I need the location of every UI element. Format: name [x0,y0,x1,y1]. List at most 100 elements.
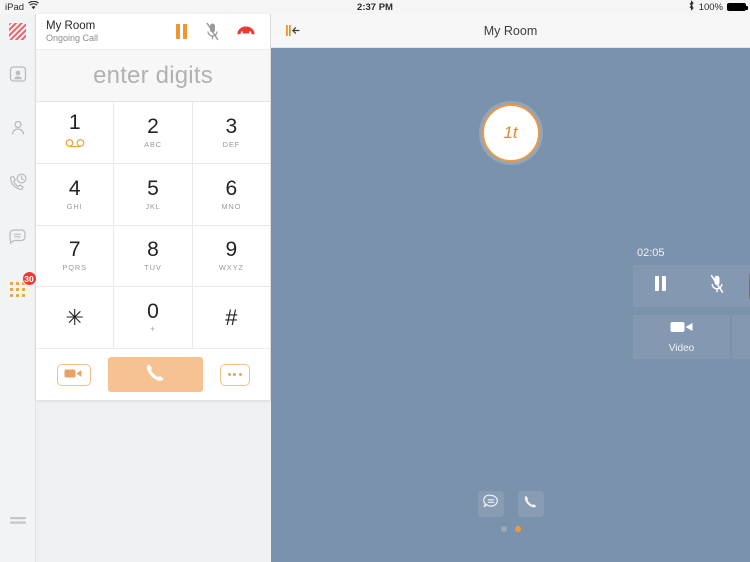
key-hash[interactable]: # [192,287,270,348]
dialpad-badge: 30 [21,271,37,286]
avatar-initials: 1t [503,123,518,142]
dialpad-keys: 1 2 ABC 3 DEF 4 GHI 5 JKL 6 MNO 7 PQRS 8… [36,102,270,348]
collapse-sidebar-icon[interactable] [285,23,302,38]
key-7[interactable]: 7 PQRS [36,225,114,287]
video-feature-button[interactable]: Video [633,315,730,359]
key-3-digit: 3 [225,114,238,138]
hangup-phone-icon[interactable] [236,25,256,38]
key-0[interactable]: 0 + [114,287,192,348]
status-bar-time: 2:37 PM [357,1,393,13]
key-4-letters: GHI [66,201,83,211]
app-logo-striped-icon [7,20,29,42]
key-5-digit: 5 [147,176,159,200]
key-7-digit: 7 [68,238,81,262]
digits-placeholder: enter digits [93,61,213,89]
call-controls-zone: 02:05 Video [633,244,750,359]
page-dot[interactable] [500,526,507,532]
key-6-letters: MNO [221,201,242,211]
status-bar-right: 100% [688,0,748,14]
key-1-digit: 1 [68,110,81,134]
video-camera-icon [64,366,83,384]
call-panel-footer [271,491,750,532]
key-0-digit: 0 [147,300,159,324]
avatar: 1t [481,104,540,162]
page-indicator[interactable] [271,526,750,532]
key-7-letters: PQRS [62,263,87,273]
key-2-letters: ABC [144,139,162,149]
more-ellipsis-icon [227,373,231,376]
active-call-panel: My Room 1t 02:05 Video [271,14,750,562]
key-8-letters: TUV [144,263,162,273]
ongoing-call-header: My Room Ongoing Call [36,14,270,50]
chat-button[interactable] [477,491,504,517]
hold-button[interactable] [638,265,684,307]
ongoing-call-actions [174,22,262,41]
call-button[interactable] [517,491,544,517]
phone-handset-icon [145,362,166,388]
key-9-digit: 9 [225,238,238,262]
avatar-container: 1t [271,104,750,162]
key-6-digit: 6 [225,176,238,200]
dial-action-bar [36,348,270,400]
more-options-button[interactable] [219,363,250,386]
chat-bubble-icon [482,494,499,514]
sidebar-item-call-history[interactable] [4,168,32,196]
sidebar-item-buddies[interactable] [4,114,32,142]
ongoing-call-title: My Room [46,20,96,33]
key-4-digit: 4 [68,176,81,200]
key-0-plus: + [149,324,157,335]
call-panel-header: My Room [271,14,750,48]
video-camera-icon [670,320,694,339]
voicemail-icon [64,135,86,153]
key-8[interactable]: 8 TUV [114,225,192,287]
key-1[interactable]: 1 [36,102,114,163]
key-6[interactable]: 6 MNO [192,163,270,225]
call-feature-row: Video Transfer [633,315,750,359]
ongoing-call-info: My Room Ongoing Call [46,20,174,43]
transfer-feature-button[interactable]: Transfer [732,315,750,359]
page-dot-active[interactable] [514,526,521,532]
key-star-symbol: ✳ [65,304,84,330]
footer-icons [271,491,750,517]
sidebar-item-dialpad[interactable]: 30 [4,271,37,304]
bluetooth-icon [688,0,695,14]
key-5-letters: JKL [145,201,161,211]
more-ellipsis-icon [238,373,242,376]
call-timer-row: 02:05 [633,244,750,265]
key-9[interactable]: 9 WXYZ [192,225,270,287]
battery-icon [727,3,748,11]
place-call-button[interactable] [107,357,203,392]
battery-percent: 100% [698,1,723,13]
phone-handset-icon [523,494,538,514]
sidebar-item-messages[interactable] [4,222,32,250]
microphone-muted-icon [709,274,725,299]
sidebar-item-contacts-card[interactable] [4,60,32,88]
call-timer: 02:05 [637,247,665,259]
pause-icon [653,275,668,297]
key-9-letters: WXYZ [218,263,244,273]
key-3-letters: DEF [222,139,241,149]
pause-icon[interactable] [174,23,189,40]
key-hash-symbol: # [225,304,238,330]
key-4[interactable]: 4 GHI [36,163,114,225]
ios-status-bar: iPad 2:37 PM 100% [0,0,750,14]
key-3[interactable]: 3 DEF [192,102,270,163]
key-8-digit: 8 [147,238,159,262]
more-ellipsis-icon [233,373,236,376]
mute-button[interactable] [694,265,740,307]
app-root: iPad 2:37 PM 100% 30 My Room Ongoing Cal… [0,0,750,562]
video-call-button[interactable] [56,363,91,386]
key-2-digit: 2 [147,114,159,138]
hamburger-menu-icon[interactable] [4,508,32,536]
sidebar-items: 30 [4,60,37,304]
key-5[interactable]: 5 JKL [114,163,192,225]
call-control-bar [633,265,750,307]
key-star[interactable]: ✳ [36,287,114,348]
sidebar-rail: 30 [0,14,37,562]
ongoing-call-status: Ongoing Call [46,32,99,43]
digits-input[interactable]: enter digits [36,50,270,102]
call-panel-title: My Room [483,23,538,38]
key-2[interactable]: 2 ABC [114,102,192,163]
video-feature-label: Video [668,343,695,354]
microphone-muted-icon[interactable] [205,22,220,41]
